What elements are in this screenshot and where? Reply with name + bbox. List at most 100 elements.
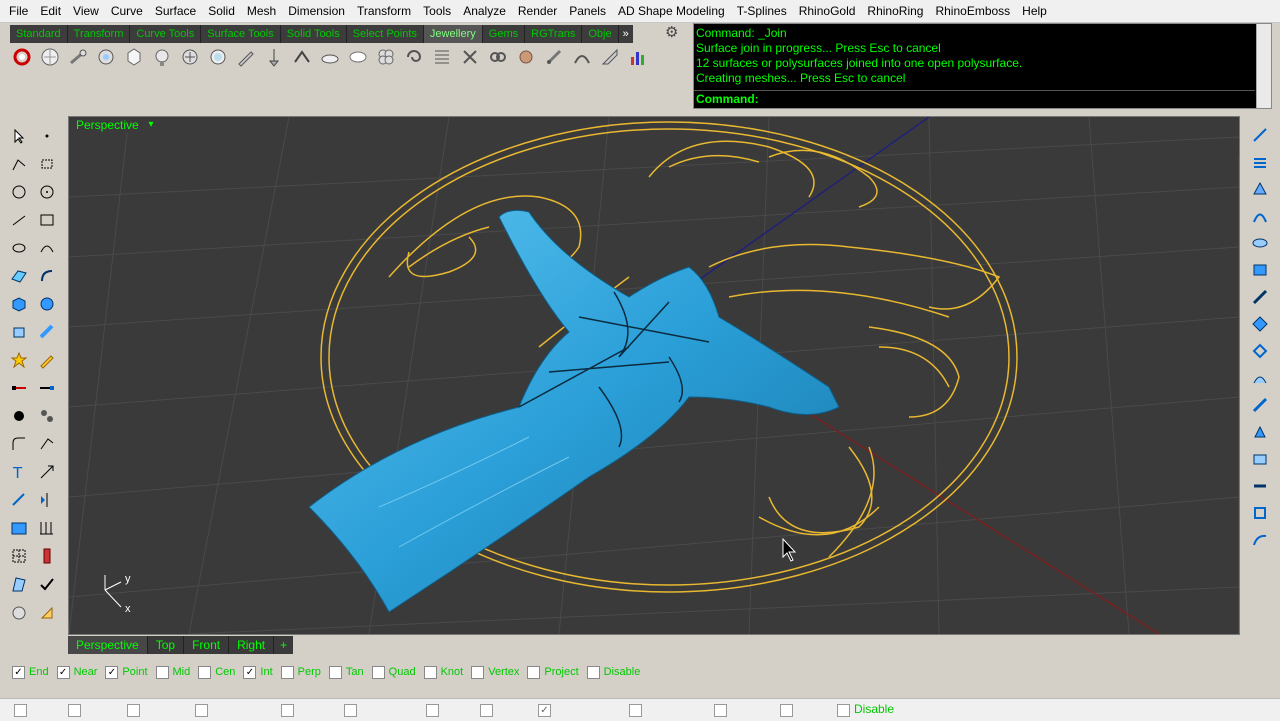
- move-icon[interactable]: [33, 458, 61, 486]
- band-icon[interactable]: [318, 45, 342, 69]
- flower-icon[interactable]: [374, 45, 398, 69]
- circle-icon[interactable]: [33, 178, 61, 206]
- revolve-icon[interactable]: [1251, 261, 1269, 282]
- tab-surface-tools[interactable]: Surface Tools: [201, 25, 281, 43]
- gear-icon[interactable]: ⚙: [665, 25, 681, 41]
- checkbox[interactable]: ✓: [243, 665, 257, 679]
- head-icon[interactable]: [150, 45, 174, 69]
- arc-icon[interactable]: [33, 234, 61, 262]
- cap-icon[interactable]: [1251, 396, 1269, 417]
- select-arrow-icon[interactable]: [5, 122, 33, 150]
- checkbox[interactable]: [586, 665, 600, 679]
- viewport-title[interactable]: Perspective: [73, 117, 142, 133]
- osnap-tan[interactable]: Tan: [328, 665, 364, 679]
- text-icon[interactable]: T: [5, 458, 33, 486]
- rail-icon[interactable]: [1251, 126, 1269, 147]
- ellipse-icon[interactable]: [5, 234, 33, 262]
- cutter-icon[interactable]: [234, 45, 258, 69]
- menu-tools[interactable]: Tools: [417, 0, 457, 22]
- clasp-icon[interactable]: [542, 45, 566, 69]
- curve-icon[interactable]: [5, 178, 33, 206]
- points-grid-icon[interactable]: [5, 542, 33, 570]
- status-checkbox[interactable]: [281, 704, 294, 717]
- column-icon[interactable]: [33, 542, 61, 570]
- patch-icon[interactable]: [1251, 369, 1269, 390]
- menu-help[interactable]: Help: [1016, 0, 1053, 22]
- menu-render[interactable]: Render: [512, 0, 563, 22]
- tab-standard[interactable]: Standard: [10, 25, 68, 43]
- fillet-icon[interactable]: [5, 430, 33, 458]
- pearl-icon[interactable]: [346, 45, 370, 69]
- menu-analyze[interactable]: Analyze: [457, 0, 512, 22]
- checkbox[interactable]: [371, 665, 385, 679]
- tab-perspective[interactable]: Perspective: [68, 636, 148, 654]
- menu-surface[interactable]: Surface: [149, 0, 202, 22]
- morph-icon[interactable]: [1251, 531, 1269, 552]
- menu-transform[interactable]: Transform: [351, 0, 417, 22]
- grid-icon[interactable]: [33, 514, 61, 542]
- osnap-knot[interactable]: Knot: [423, 665, 463, 679]
- sphere-icon[interactable]: [33, 290, 61, 318]
- tab-right[interactable]: Right: [229, 636, 275, 654]
- menu-rhinoring[interactable]: RhinoRing: [861, 0, 929, 22]
- status-disable-checkbox[interactable]: [837, 704, 850, 717]
- osnap-cen[interactable]: Cen: [198, 665, 235, 679]
- tab-top[interactable]: Top: [147, 636, 185, 654]
- link-icon[interactable]: [486, 45, 510, 69]
- checkbox[interactable]: [527, 665, 541, 679]
- osnap-vertex[interactable]: Vertex: [471, 665, 519, 679]
- tab-gems[interactable]: Gems: [482, 25, 526, 43]
- viewport-menu-arrow[interactable]: ▾: [144, 117, 158, 133]
- explode-icon[interactable]: [5, 346, 33, 374]
- menu-panels[interactable]: Panels: [563, 0, 612, 22]
- check-icon[interactable]: [33, 570, 61, 598]
- array-icon[interactable]: [5, 514, 33, 542]
- bracelet-icon[interactable]: [458, 45, 482, 69]
- spiral-icon[interactable]: [402, 45, 426, 69]
- osnap-quad[interactable]: Quad: [371, 665, 416, 679]
- dimension-icon[interactable]: [5, 486, 33, 514]
- checkbox[interactable]: [155, 665, 169, 679]
- menu-rhinogold[interactable]: RhinoGold: [793, 0, 862, 22]
- osnap-perp[interactable]: Perp: [280, 665, 321, 679]
- checkbox[interactable]: ✓: [56, 665, 70, 679]
- box-icon[interactable]: [5, 290, 33, 318]
- command-history-panel[interactable]: Command: _Join Surface join in progress.…: [693, 23, 1272, 109]
- offset-icon[interactable]: [33, 430, 61, 458]
- checkbox[interactable]: [280, 665, 294, 679]
- tabs-overflow-button[interactable]: »: [618, 25, 633, 43]
- menu-dimension[interactable]: Dimension: [282, 0, 351, 22]
- tab-solid-tools[interactable]: Solid Tools: [280, 25, 347, 43]
- checkbox[interactable]: [471, 665, 485, 679]
- trim-icon[interactable]: [5, 374, 33, 402]
- texture-icon[interactable]: [430, 45, 454, 69]
- pave-icon[interactable]: [206, 45, 230, 69]
- status-checkbox[interactable]: [629, 704, 642, 717]
- line-icon[interactable]: [5, 206, 33, 234]
- pencil-icon[interactable]: [33, 346, 61, 374]
- status-checkbox[interactable]: [480, 704, 493, 717]
- wire-icon[interactable]: [570, 45, 594, 69]
- status-checkbox[interactable]: [14, 704, 27, 717]
- pipe-icon[interactable]: [33, 318, 61, 346]
- tab-select-points[interactable]: Select Points: [346, 25, 424, 43]
- checkbox[interactable]: ✓: [12, 665, 25, 679]
- menu-rhinoemboss[interactable]: RhinoEmboss: [929, 0, 1016, 22]
- edit-pencil-icon[interactable]: [5, 570, 33, 598]
- chain-icon[interactable]: [178, 45, 202, 69]
- pin-icon[interactable]: [262, 45, 286, 69]
- status-checkbox[interactable]: [195, 704, 208, 717]
- osnap-end[interactable]: ✓ End: [12, 665, 49, 679]
- tab-rgtrans[interactable]: RGTrans: [525, 25, 583, 43]
- status-checkbox[interactable]: [344, 704, 357, 717]
- point-icon[interactable]: [33, 122, 61, 150]
- knife-icon[interactable]: [598, 45, 622, 69]
- gem-cut-icon[interactable]: [38, 45, 62, 69]
- shape-icon[interactable]: [1251, 180, 1269, 201]
- status-checkbox[interactable]: [714, 704, 727, 717]
- status-checkbox[interactable]: ✓: [538, 704, 551, 717]
- polyline-icon[interactable]: [5, 150, 33, 178]
- blend-icon[interactable]: [1251, 315, 1269, 336]
- osnap-project[interactable]: Project: [527, 665, 579, 679]
- box-outline-icon[interactable]: [33, 206, 61, 234]
